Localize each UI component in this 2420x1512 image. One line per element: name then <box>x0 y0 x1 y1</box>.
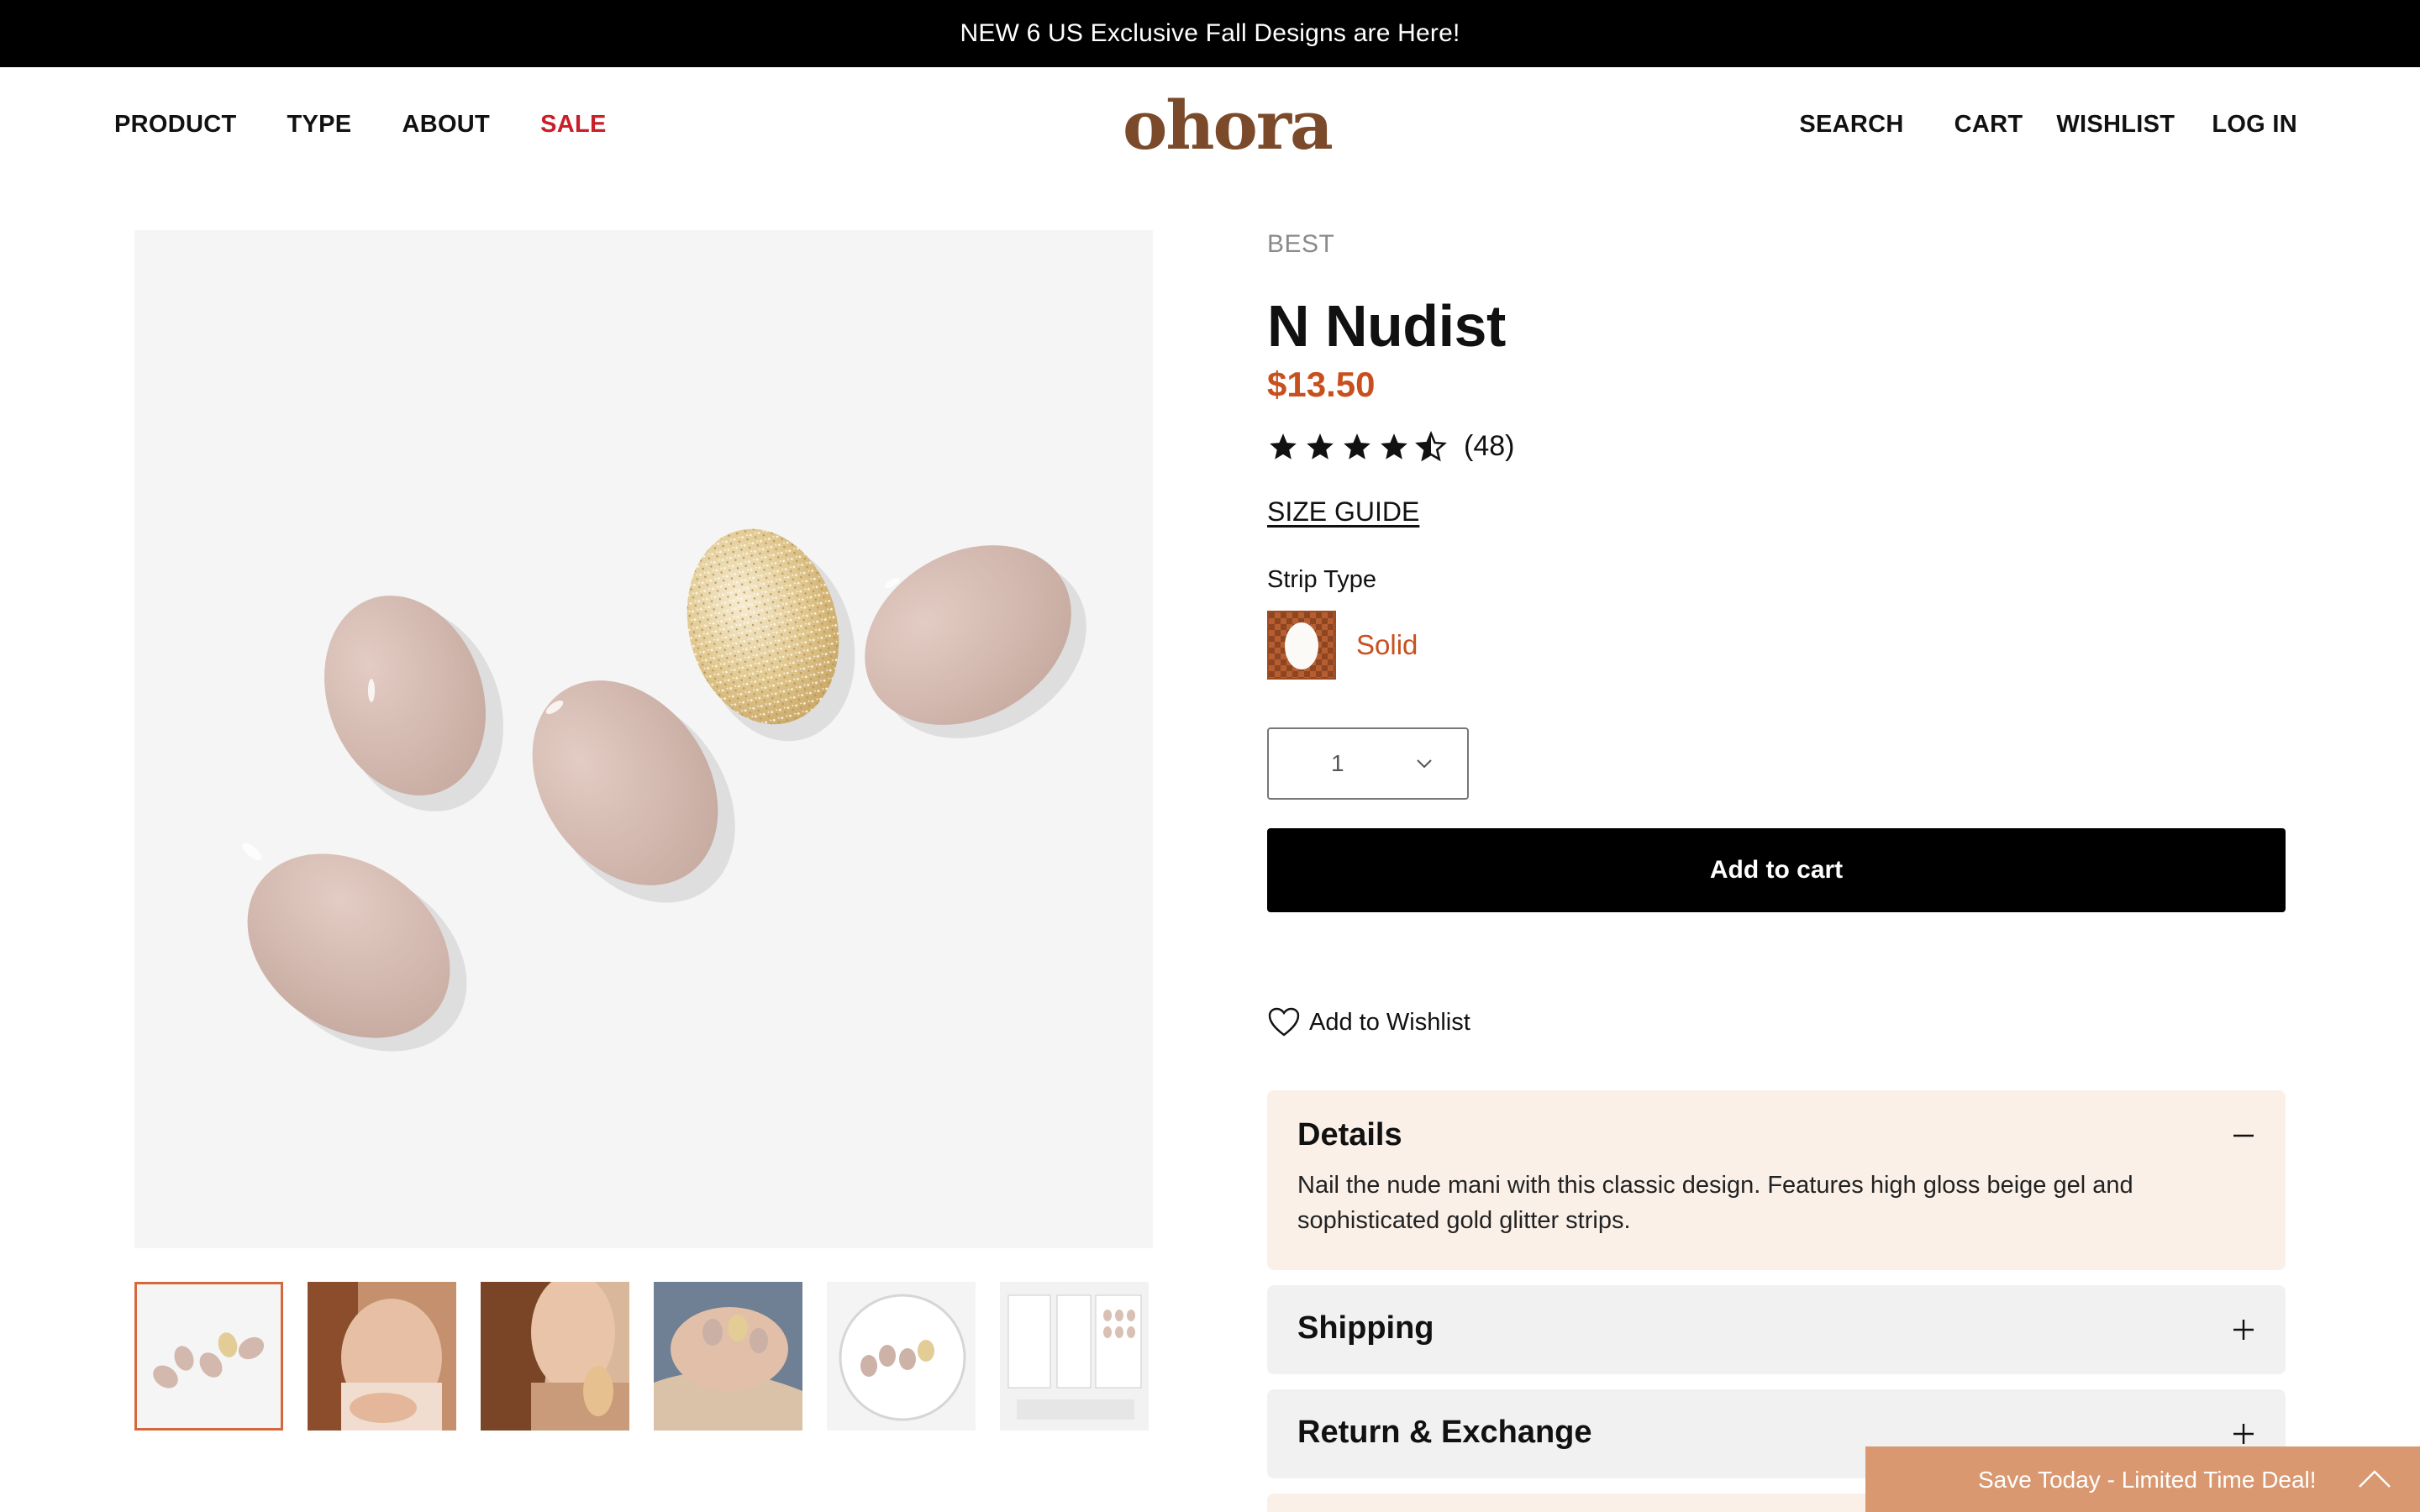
quantity-value: 1 <box>1331 750 1344 776</box>
strip-type-value: Solid <box>1356 629 1418 660</box>
strip-type-swatch-solid[interactable] <box>1267 611 1336 680</box>
nails-illustration <box>242 528 1086 1052</box>
heart-icon <box>1268 1007 1300 1037</box>
nav-product[interactable]: PRODUCT <box>114 111 237 139</box>
chevron-up-icon[interactable] <box>2358 1467 2391 1490</box>
swatch-image <box>1269 612 1334 678</box>
nav-about[interactable]: ABOUT <box>402 111 490 139</box>
nav-login[interactable]: LOG IN <box>2212 111 2297 139</box>
rating-stars <box>1267 430 1447 463</box>
nav-cart[interactable]: CART <box>1954 111 2023 139</box>
review-count[interactable]: (48) <box>1464 430 1514 463</box>
nav-type[interactable]: TYPE <box>287 111 352 139</box>
product-main-image[interactable] <box>134 230 1153 1248</box>
strip-type-options: Solid <box>1267 611 2286 680</box>
chevron-down-icon <box>1417 759 1432 769</box>
product-rating[interactable]: (48) <box>1267 430 2286 463</box>
promo-popup-bar[interactable]: Save Today - Limited Time Deal! <box>1865 1446 2420 1512</box>
add-to-wishlist-button[interactable]: Add to Wishlist <box>1267 1006 1470 1038</box>
thumbnail-strip <box>134 1282 1149 1431</box>
shipping-title[interactable]: Shipping <box>1297 1310 1434 1347</box>
quantity-select[interactable]: 1 <box>1267 727 1469 800</box>
plus-icon[interactable] <box>2232 1422 2255 1446</box>
main-nav: PRODUCT TYPE ABOUT SALE ohora SEARCH CAR… <box>0 67 2420 185</box>
size-guide-link[interactable]: SIZE GUIDE <box>1267 496 2286 528</box>
star-full-icon <box>1381 433 1407 459</box>
star-full-icon <box>1270 433 1297 459</box>
thumbnail-6[interactable] <box>1000 1282 1149 1431</box>
thumb-packaging-circle-image <box>827 1282 976 1431</box>
return-exchange-title[interactable]: Return & Exchange <box>1297 1415 1592 1451</box>
thumb-model-hair-image <box>481 1282 629 1431</box>
strip-type-label: Strip Type <box>1267 566 1377 593</box>
details-body: Nail the nude mani with this classic des… <box>1297 1172 2133 1234</box>
minus-icon[interactable] <box>2232 1124 2255 1147</box>
star-full-icon <box>1344 433 1370 459</box>
accordion-shipping[interactable]: Shipping <box>1267 1285 2286 1374</box>
product-price: $13.50 <box>1267 365 1376 404</box>
nav-search[interactable]: SEARCH <box>1799 111 1903 139</box>
announcement-text[interactable]: NEW 6 US Exclusive Fall Designs are Here… <box>960 19 1460 48</box>
thumb-hands-model-image <box>308 1282 456 1431</box>
nav-right: SEARCH CART WISHLIST LOG IN <box>1799 111 2297 139</box>
product-info: BEST N Nudist $13.50 (48) SIZE GUIDE Str… <box>1267 230 2286 680</box>
brand-logo[interactable]: ohora <box>1123 86 1334 165</box>
thumbnail-3[interactable] <box>481 1282 629 1431</box>
details-title[interactable]: Details <box>1297 1117 1402 1153</box>
plus-icon[interactable] <box>2232 1318 2255 1341</box>
product-tag: BEST <box>1267 230 1335 258</box>
nav-left: PRODUCT TYPE ABOUT SALE <box>114 111 607 139</box>
thumbnail-4[interactable] <box>654 1282 802 1431</box>
add-to-cart-button[interactable]: Add to cart <box>1267 828 2286 912</box>
thumb-nails-closeup-image <box>654 1282 802 1431</box>
thumbnail-5[interactable] <box>827 1282 976 1431</box>
announcement-bar[interactable]: NEW 6 US Exclusive Fall Designs are Here… <box>0 0 2420 67</box>
star-full-icon <box>1307 433 1334 459</box>
star-half-icon <box>1415 430 1447 461</box>
nav-wishlist[interactable]: WISHLIST <box>2056 111 2175 139</box>
add-to-wishlist-label: Add to Wishlist <box>1309 1008 1470 1036</box>
product-title: N Nudist <box>1267 293 1506 359</box>
thumbnail-1[interactable] <box>134 1282 283 1431</box>
thumb-nails-flatlay-image <box>137 1284 281 1428</box>
thumb-instructions-image <box>1000 1282 1149 1431</box>
accordion-details[interactable]: Details Nail the nude mani with this cla… <box>1267 1090 2286 1270</box>
nav-sale[interactable]: SALE <box>540 111 607 139</box>
promo-text[interactable]: Save Today - Limited Time Deal! <box>1978 1467 2317 1494</box>
thumbnail-2[interactable] <box>308 1282 456 1431</box>
